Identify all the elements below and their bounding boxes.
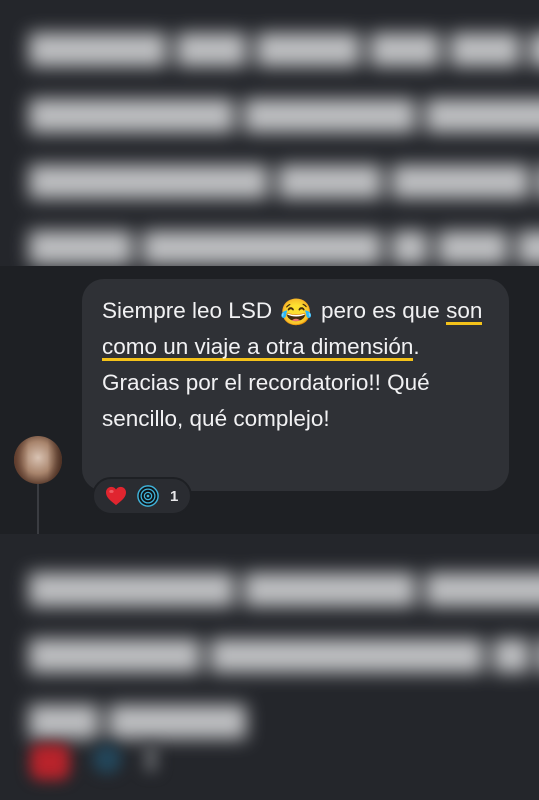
- blurred-previous-comment: ▅▅▅▅ ▅▅ ▅▅▅ ▅▅ ▅▅ ▅▅▅▅ ▅▅ ▅▅▅▅ ▅ ▅▅▅ ▅ ▅▅▅▅…: [0, 0, 539, 266]
- screen: ▅▅▅▅ ▅▅ ▅▅▅ ▅▅ ▅▅ ▅▅▅▅ ▅▅ ▅▅▅▅ ▅ ▅▅▅ ▅ ▅▅▅▅…: [0, 0, 539, 800]
- blurred-next-comment: ▅▅▅▅▅▅ ▅▅▅▅▅ ▅▅▅ ▅ ▅▅▅▅ ▅▅▅▅▅ ▅▅▅ ▅ ▅▅ ▅▅ ▅ …: [0, 534, 539, 800]
- blurred-text: ▅▅▅▅▅▅ ▅▅▅▅▅ ▅▅▅ ▅ ▅▅▅▅ ▅▅▅▅▅ ▅▅▅ ▅ ▅▅ ▅▅ ▅ …: [30, 556, 539, 737]
- thread-line: [37, 480, 39, 534]
- avatar[interactable]: [14, 436, 62, 484]
- reaction-count: 1: [170, 487, 179, 505]
- blurred-text: ▅▅▅▅ ▅▅ ▅▅▅ ▅▅ ▅▅ ▅▅▅▅ ▅▅ ▅▅▅▅ ▅ ▅▅▅ ▅ ▅▅▅▅…: [30, 16, 539, 263]
- text-segment: Siempre leo LSD: [102, 298, 279, 323]
- text-segment: pero es que: [314, 298, 447, 323]
- target-icon: [136, 484, 160, 508]
- reactions-pill[interactable]: 1: [92, 477, 193, 515]
- blurred-reactions: [30, 744, 158, 780]
- comment-text: Siempre leo LSD 😂 pero es que son como u…: [102, 293, 491, 437]
- heart-icon: [104, 484, 128, 508]
- comment-bubble[interactable]: Siempre leo LSD 😂 pero es que son como u…: [82, 279, 509, 491]
- tears-of-joy-emoji: 😂: [280, 297, 313, 327]
